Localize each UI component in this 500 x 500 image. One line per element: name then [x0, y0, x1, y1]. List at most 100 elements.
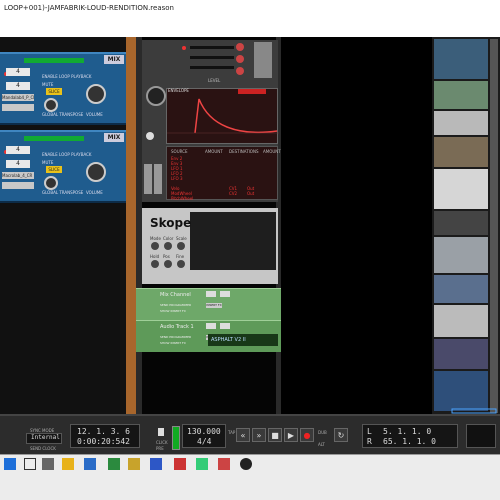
solo-button[interactable] — [220, 323, 230, 329]
pitch-display[interactable]: 4 — [6, 146, 30, 154]
loop-name-2 — [2, 104, 34, 111]
file-explorer-icon[interactable] — [62, 458, 74, 470]
envelope-selector[interactable] — [238, 89, 266, 94]
fader[interactable] — [144, 164, 152, 194]
channel-title: Mix Channel — [160, 292, 191, 298]
click-label: CLICK — [156, 440, 168, 445]
mod-row[interactable]: PitchWheel — [171, 196, 193, 201]
level-slider-2[interactable] — [190, 56, 234, 59]
play-button[interactable]: ▶ — [284, 428, 298, 442]
tempo-display[interactable]: 130.000 4/4 — [182, 424, 226, 448]
fast-forward-button[interactable]: » — [252, 428, 266, 442]
click-level-slider[interactable] — [172, 426, 180, 450]
envelope-curve[interactable] — [167, 89, 279, 145]
level-meter — [24, 136, 84, 141]
store-icon[interactable] — [84, 458, 96, 470]
alt-label[interactable]: ALT — [318, 442, 325, 447]
record-button[interactable]: ● — [300, 428, 314, 442]
rewind-button[interactable]: « — [236, 428, 250, 442]
dub-label[interactable]: DUB — [318, 430, 327, 435]
global-transpose-label: GLOBAL TRANSPOSE — [42, 190, 84, 195]
loop-left-value: 5. 1. 1. 0 — [383, 427, 432, 436]
window-title: LOOP+001)-JAMFABRIK-LOUD-RENDITION.reaso… — [0, 0, 500, 16]
search-icon[interactable] — [24, 458, 36, 470]
position-display[interactable]: 12. 1. 3. 6 0:00:20:542 — [70, 424, 140, 448]
sync-mode-select[interactable]: Internal — [26, 433, 62, 444]
skope-color-knob[interactable] — [164, 242, 172, 250]
skope-label: Scale — [176, 236, 187, 241]
skope-fine-knob[interactable] — [177, 260, 185, 268]
transpose-knob[interactable] — [44, 176, 58, 190]
insert-device[interactable]: ASPHALT V2 II — [208, 334, 278, 346]
global-transpose-label: GLOBAL TRANSPOSE — [42, 112, 84, 117]
level-knob-3[interactable] — [236, 67, 244, 75]
skope-scale-knob[interactable] — [177, 242, 185, 250]
inserts-button[interactable]: INSERT FX — [206, 303, 222, 308]
fader-2[interactable] — [154, 164, 162, 194]
volume-knob[interactable] — [86, 162, 106, 182]
mod-header-amount: AMOUNT — [205, 149, 223, 154]
synth-knob[interactable] — [146, 86, 166, 106]
rack-overview-thumbnails — [434, 39, 498, 414]
skope-label: Hold — [150, 254, 160, 259]
skope-logo: Skope — [150, 216, 192, 230]
stop-button[interactable]: ■ — [268, 428, 282, 442]
pitch-display[interactable]: 4 — [6, 68, 30, 76]
slice-button[interactable]: SLICE — [46, 166, 62, 173]
app-icon-3[interactable] — [150, 458, 162, 470]
rack-rail — [126, 37, 136, 414]
show-insert-label: SHOW INSERT FX — [160, 341, 186, 345]
level-knob[interactable] — [236, 43, 244, 51]
reason-app-icon[interactable] — [240, 458, 252, 470]
loop-r-label: R — [367, 437, 372, 446]
windows-start-icon[interactable] — [4, 458, 16, 470]
rack-overview[interactable] — [432, 37, 500, 414]
solo-button[interactable] — [220, 291, 230, 297]
app-icon-2[interactable] — [128, 458, 140, 470]
show-insert-label: SHOW INSERT FX — [160, 309, 186, 313]
level-slider[interactable] — [190, 46, 234, 49]
level-slider-3[interactable] — [190, 66, 234, 69]
tempo-value: 130.000 — [187, 427, 221, 436]
app-icon[interactable] — [108, 458, 120, 470]
led-icon — [182, 46, 186, 50]
loop-right-value: 65. 1. 1. 0 — [383, 437, 436, 446]
slice-display[interactable]: 4 — [6, 82, 30, 90]
synth-knob-2[interactable] — [146, 132, 154, 140]
mod-dest[interactable]: Out — [247, 191, 254, 196]
volume-knob[interactable] — [86, 84, 106, 104]
sync-mode-value: Internal — [31, 434, 60, 441]
mod-header-amount-2: AMOUNT — [263, 149, 281, 154]
menu-area — [0, 16, 500, 37]
enable-loop-label: ENABLE LOOP PLAYBACK — [42, 152, 92, 157]
mute-label: MUTE — [42, 160, 54, 165]
app-icon-4[interactable] — [174, 458, 186, 470]
metronome-icon[interactable] — [158, 428, 164, 436]
transport-right-panel[interactable] — [466, 424, 496, 448]
loop-name-2 — [2, 182, 34, 189]
skope-mode-knob[interactable] — [151, 242, 159, 250]
app-icon-5[interactable] — [196, 458, 208, 470]
mod-dest[interactable]: CV2 — [229, 191, 237, 196]
mod-row[interactable]: LFO 3 — [171, 176, 183, 181]
skope-screen — [190, 212, 276, 270]
mute-button[interactable] — [206, 323, 216, 329]
tap-label: TAP — [228, 430, 236, 435]
time-position: 0:00:20:542 — [77, 437, 130, 446]
mod-header-dest: DESTINATIONS — [229, 149, 259, 154]
loop-button[interactable]: ↻ — [334, 428, 348, 442]
skope-hold-knob[interactable] — [151, 260, 159, 268]
mute-button[interactable] — [206, 291, 216, 297]
level-knob-2[interactable] — [236, 55, 244, 63]
slice-display[interactable]: 4 — [6, 160, 30, 168]
app-icon-6[interactable] — [218, 458, 230, 470]
signature-value: 4/4 — [197, 437, 212, 446]
skope-label: Pos — [163, 254, 170, 259]
loop-player-1: MIX 4 4 Mandalab4_P_CR ENABLE LOOP PLAYB… — [0, 52, 126, 125]
slice-button[interactable]: SLICE — [46, 88, 62, 95]
transpose-knob[interactable] — [44, 98, 58, 112]
mute-label: MUTE — [42, 82, 54, 87]
loop-points-display[interactable]: L 5. 1. 1. 0 R 65. 1. 1. 0 — [362, 424, 458, 448]
task-view-icon[interactable] — [42, 458, 54, 470]
skope-pos-knob[interactable] — [164, 260, 172, 268]
